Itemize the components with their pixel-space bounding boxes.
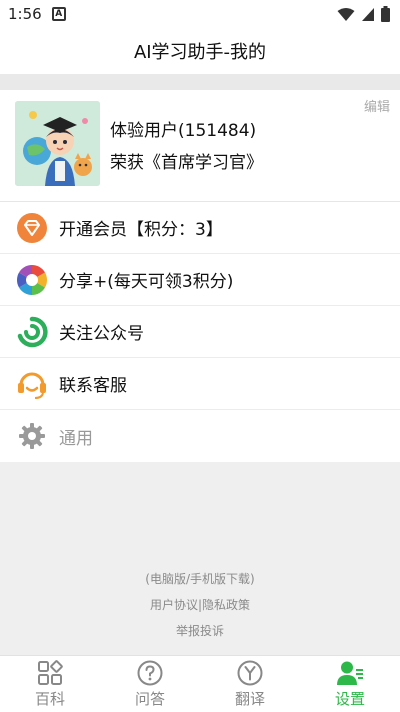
tab-encyclopedia[interactable]: 百科 <box>0 656 100 712</box>
user-honor-title: 荣获《首席学习官》 <box>110 153 263 173</box>
wechat-official-icon <box>16 316 48 348</box>
wifi-icon <box>337 7 355 26</box>
translate-icon <box>236 659 264 687</box>
status-time: 1:56 <box>8 5 42 23</box>
menu-item-label: 联系客服 <box>59 376 127 396</box>
page-header: AI学习助手-我的 <box>0 28 400 74</box>
edit-profile-button[interactable]: 编辑 <box>364 96 390 115</box>
notification-badge: A <box>51 7 66 21</box>
agreement-privacy-links[interactable]: 用户协议|隐私政策 <box>0 592 400 618</box>
menu-item-share[interactable]: 分享+(每天可领3积分) <box>0 254 400 306</box>
profile-card[interactable]: 体验用户(151484) 荣获《首席学习官》 编辑 <box>0 90 400 202</box>
gear-icon <box>16 420 48 452</box>
menu-item-membership[interactable]: 开通会员【积分：3】 <box>0 202 400 254</box>
tab-label: 设置 <box>334 690 365 708</box>
status-bar: 1:56 A <box>0 0 400 28</box>
question-icon <box>136 659 164 687</box>
footer-links: (电脑版/手机版下载) 用户协议|隐私政策 举报投诉 <box>0 566 400 644</box>
menu-item-label: 开通会员【积分：3】 <box>59 220 223 240</box>
user-name: 体验用户(151484) <box>110 121 257 141</box>
tab-translate[interactable]: 翻译 <box>200 656 300 712</box>
settings-menu: 开通会员【积分：3】 分享+(每天可领3积分) 关注公众号 联系客服 通用 <box>0 202 400 462</box>
diamond-icon <box>16 212 48 244</box>
page-title: AI学习助手-我的 <box>133 42 267 63</box>
download-link[interactable]: (电脑版/手机版下载) <box>0 566 400 592</box>
menu-item-label: 关注公众号 <box>59 324 144 344</box>
tab-label: 翻译 <box>234 690 265 708</box>
tab-label: 百科 <box>34 690 65 708</box>
avatar[interactable] <box>15 101 100 186</box>
headset-icon <box>16 368 48 400</box>
tab-qa[interactable]: 问答 <box>100 656 200 712</box>
battery-icon <box>381 6 390 26</box>
menu-item-general[interactable]: 通用 <box>0 410 400 462</box>
section-divider <box>0 74 400 90</box>
menu-item-label: 通用 <box>59 428 93 449</box>
menu-item-label: 分享+(每天可领3积分) <box>59 272 234 292</box>
grid-icon <box>36 659 64 687</box>
menu-item-follow-account[interactable]: 关注公众号 <box>0 306 400 358</box>
user-settings-icon <box>336 659 364 687</box>
status-icons <box>337 6 390 26</box>
report-link[interactable]: 举报投诉 <box>0 618 400 644</box>
menu-item-customer-service[interactable]: 联系客服 <box>0 358 400 410</box>
tab-label: 问答 <box>134 690 165 708</box>
signal-icon <box>361 7 375 26</box>
bottom-tab-bar: 百科 问答 翻译 设置 <box>0 655 400 712</box>
tab-settings[interactable]: 设置 <box>300 656 400 712</box>
aperture-icon <box>16 264 48 296</box>
